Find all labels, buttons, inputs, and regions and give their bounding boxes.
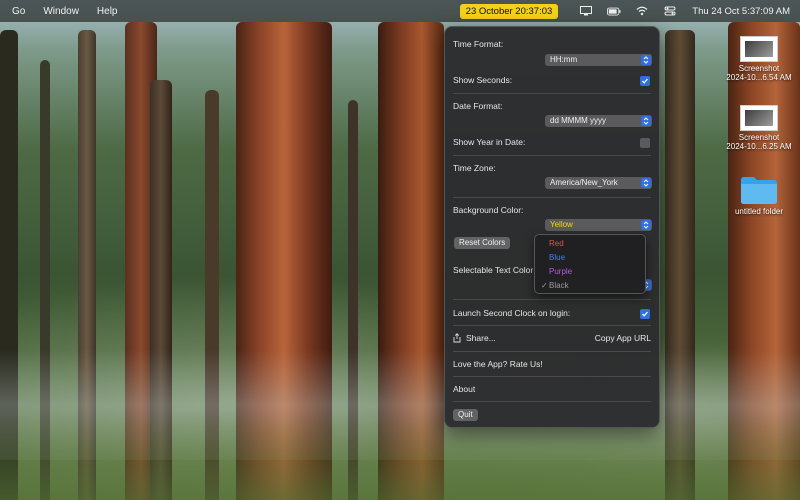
- wifi-icon[interactable]: [635, 6, 649, 16]
- control-center-icon[interactable]: [663, 6, 677, 16]
- copy-app-url-button[interactable]: Copy App URL: [595, 333, 651, 343]
- time-zone-value: America/New_York: [550, 178, 618, 187]
- desktop-wallpaper: [0, 0, 800, 500]
- quit-button[interactable]: Quit: [453, 409, 478, 421]
- desktop-file-subname: 2024-10...6.54 AM: [726, 73, 792, 82]
- share-button[interactable]: Share...: [466, 333, 496, 343]
- second-clock-settings-panel: Time Format: HH:mm Show Seconds: Date Fo…: [444, 26, 660, 428]
- background-color-select[interactable]: Yellow: [545, 219, 652, 231]
- image-thumbnail-icon: [740, 36, 778, 62]
- date-format-value: dd MMMM yyyy: [550, 116, 606, 125]
- selectable-text-color-label: Selectable Text Color: [453, 265, 534, 275]
- show-year-label: Show Year in Date:: [453, 137, 526, 147]
- menu-help[interactable]: Help: [88, 6, 127, 17]
- time-format-value: HH:mm: [550, 55, 578, 64]
- rate-app-link[interactable]: Love the App? Rate Us!: [453, 359, 543, 369]
- chevron-updown-icon: [641, 116, 651, 126]
- show-seconds-label: Show Seconds:: [453, 75, 513, 85]
- menu-bar: Go Window Help 23 October 20:37:03 Thu 2…: [0, 0, 800, 22]
- background-color-value: Yellow: [550, 220, 573, 229]
- menu-bar-datetime[interactable]: Thu 24 Oct 5:37:09 AM: [692, 6, 790, 17]
- desktop-file-name: Screenshot: [738, 64, 780, 73]
- date-format-label: Date Format:: [453, 101, 503, 111]
- checkmark-icon: [642, 78, 648, 84]
- time-zone-label: Time Zone:: [453, 163, 496, 173]
- menu-go[interactable]: Go: [0, 6, 34, 17]
- color-option-purple[interactable]: Purple: [539, 266, 641, 278]
- desktop-folder-name: untitled folder: [734, 207, 784, 216]
- desktop-file-screenshot-1[interactable]: Screenshot 2024-10...6.54 AM: [719, 36, 799, 82]
- menu-window[interactable]: Window: [34, 6, 88, 17]
- battery-icon[interactable]: [607, 6, 621, 16]
- about-link[interactable]: About: [453, 384, 475, 394]
- color-option-red[interactable]: Red: [539, 238, 641, 250]
- folder-icon: [741, 177, 777, 204]
- chevron-updown-icon: [641, 220, 651, 230]
- background-color-label: Background Color:: [453, 205, 524, 215]
- color-option-label: Purple: [549, 267, 573, 276]
- checkmark-icon: [642, 311, 648, 317]
- desktop-file-subname: 2024-10...6.25 AM: [726, 142, 792, 151]
- show-year-checkbox[interactable]: [640, 138, 650, 148]
- show-seconds-checkbox[interactable]: [640, 76, 650, 86]
- date-format-select[interactable]: dd MMMM yyyy: [545, 115, 652, 127]
- reset-colors-button[interactable]: Reset Colors: [454, 237, 511, 249]
- launch-on-login-checkbox[interactable]: [640, 309, 650, 319]
- desktop-file-screenshot-2[interactable]: Screenshot 2024-10...6.25 AM: [719, 105, 799, 151]
- color-option-label: Blue: [549, 253, 566, 262]
- text-color-popup-menu: Red Blue Purple ✓ Black: [534, 234, 646, 294]
- display-icon[interactable]: [579, 6, 593, 16]
- launch-on-login-label: Launch Second Clock on login:: [453, 308, 571, 318]
- chevron-updown-icon: [641, 55, 651, 65]
- time-zone-select[interactable]: America/New_York: [545, 177, 652, 189]
- color-option-label: Black: [549, 281, 569, 290]
- desktop-file-name: Screenshot: [738, 133, 780, 142]
- color-option-blue[interactable]: Blue: [539, 252, 641, 264]
- share-icon: [453, 333, 461, 343]
- second-clock-status-item[interactable]: 23 October 20:37:03: [459, 3, 559, 19]
- color-option-black[interactable]: ✓ Black: [539, 280, 641, 292]
- time-format-select[interactable]: HH:mm: [545, 54, 652, 66]
- desktop-folder-untitled[interactable]: untitled folder: [719, 175, 799, 216]
- chevron-updown-icon: [641, 178, 651, 188]
- share-row: Share... Copy App URL: [453, 333, 651, 343]
- image-thumbnail-icon: [740, 105, 778, 131]
- time-format-label: Time Format:: [453, 39, 504, 49]
- checkmark-icon: ✓: [541, 281, 548, 290]
- color-option-label: Red: [549, 239, 564, 248]
